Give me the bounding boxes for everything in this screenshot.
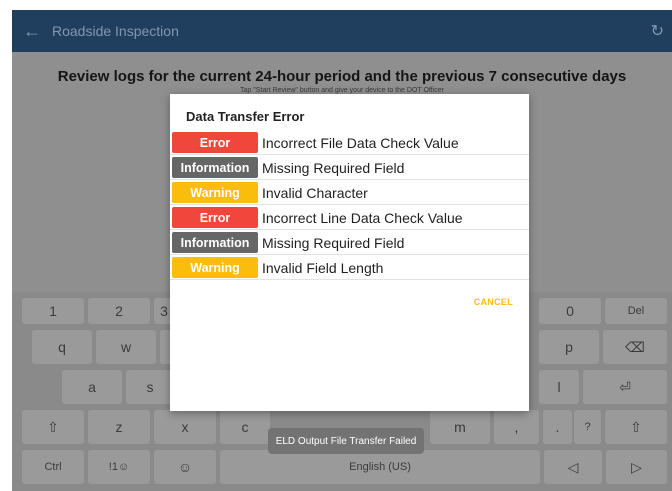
error-row: Information Missing Required Field bbox=[170, 156, 529, 180]
error-message: Missing Required Field bbox=[262, 159, 405, 176]
key-ctrl[interactable]: Ctrl bbox=[22, 450, 84, 484]
key-1[interactable]: 1 bbox=[22, 298, 84, 324]
key-0[interactable]: 0 bbox=[539, 298, 601, 324]
cursor-left-icon[interactable]: ◁ bbox=[544, 450, 602, 484]
key-symbols[interactable]: !1☺ bbox=[88, 450, 150, 484]
key-delete[interactable]: Del bbox=[605, 298, 667, 324]
information-badge: Information bbox=[172, 232, 258, 253]
app-bar-title: Roadside Inspection bbox=[52, 23, 179, 39]
error-row: Warning Invalid Field Length bbox=[170, 256, 529, 280]
data-transfer-error-dialog: Data Transfer Error Error Incorrect File… bbox=[170, 94, 529, 411]
error-row: Error Incorrect Line Data Check Value bbox=[170, 206, 529, 230]
transfer-failed-toast: ELD Output File Transfer Failed bbox=[268, 428, 424, 454]
dialog-title: Data Transfer Error bbox=[186, 109, 305, 124]
spacebar[interactable]: English (US) bbox=[220, 450, 540, 484]
review-heading: Review logs for the current 24-hour peri… bbox=[57, 68, 627, 85]
error-message: Incorrect Line Data Check Value bbox=[262, 209, 463, 226]
error-message: Missing Required Field bbox=[262, 234, 405, 251]
emoji-icon[interactable]: ☺ bbox=[154, 450, 216, 484]
backspace-icon[interactable]: ⌫ bbox=[603, 330, 667, 364]
key-x[interactable]: x bbox=[154, 410, 216, 444]
key-question[interactable]: ? bbox=[574, 410, 601, 444]
refresh-icon[interactable]: ↻ bbox=[651, 21, 664, 41]
error-message: Invalid Field Length bbox=[262, 259, 384, 276]
key-period[interactable]: . bbox=[543, 410, 572, 444]
cursor-right-icon[interactable]: ▷ bbox=[606, 450, 667, 484]
key-l[interactable]: l bbox=[539, 370, 579, 404]
warning-badge: Warning bbox=[172, 182, 258, 203]
error-row: Warning Invalid Character bbox=[170, 181, 529, 205]
key-m[interactable]: m bbox=[430, 410, 490, 444]
cancel-button[interactable]: CANCEL bbox=[474, 297, 513, 307]
error-badge: Error bbox=[172, 207, 258, 228]
key-z[interactable]: z bbox=[88, 410, 150, 444]
review-subtext: Tap "Start Review" button and give your … bbox=[240, 87, 444, 94]
key-a[interactable]: a bbox=[62, 370, 122, 404]
shift-right-icon[interactable]: ⇧ bbox=[605, 410, 667, 444]
information-badge: Information bbox=[172, 157, 258, 178]
error-message: Invalid Character bbox=[262, 184, 368, 201]
shift-left-icon[interactable]: ⇧ bbox=[22, 410, 84, 444]
error-message: Incorrect File Data Check Value bbox=[262, 134, 459, 151]
key-w[interactable]: w bbox=[96, 330, 156, 364]
error-badge: Error bbox=[172, 132, 258, 153]
key-comma[interactable]: , bbox=[494, 410, 539, 444]
error-row: Information Missing Required Field bbox=[170, 231, 529, 255]
key-c[interactable]: c bbox=[220, 410, 270, 444]
enter-icon[interactable]: ⏎ bbox=[583, 370, 667, 404]
app-bar: ← Roadside Inspection ↻ bbox=[12, 10, 672, 52]
key-p[interactable]: p bbox=[539, 330, 599, 364]
warning-badge: Warning bbox=[172, 257, 258, 278]
key-s[interactable]: s bbox=[126, 370, 174, 404]
back-arrow-icon[interactable]: ← bbox=[12, 21, 52, 42]
error-row: Error Incorrect File Data Check Value bbox=[170, 131, 529, 155]
key-q[interactable]: q bbox=[32, 330, 92, 364]
key-2[interactable]: 2 bbox=[88, 298, 150, 324]
